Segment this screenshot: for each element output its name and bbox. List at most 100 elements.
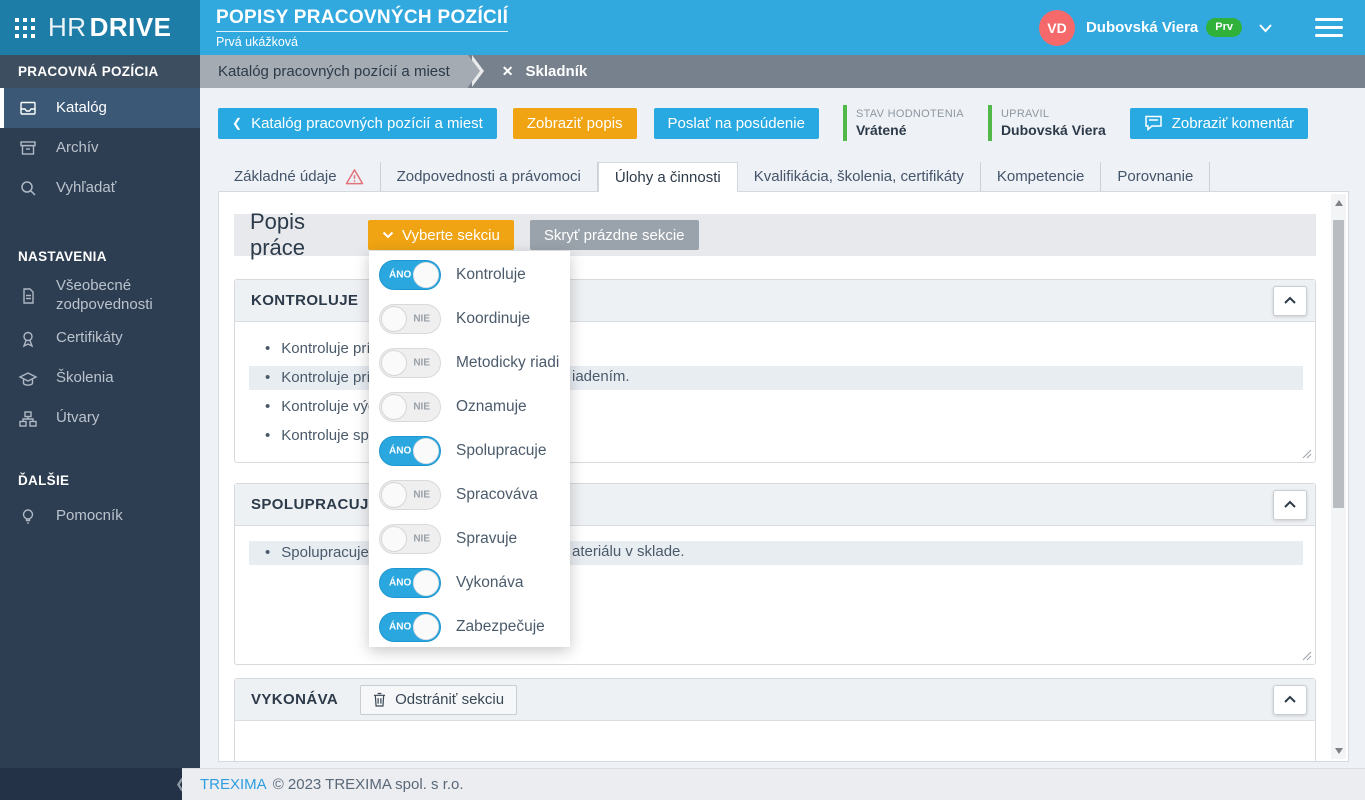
dropdown-item-oznamuje[interactable]: NIE Oznamuje <box>369 385 570 429</box>
sidebar-collapse-button[interactable]: ❮ <box>0 768 200 800</box>
sidebar-item-utvary[interactable]: Útvary <box>0 399 200 439</box>
collapse-section-button[interactable] <box>1273 489 1307 520</box>
section-vykonava: VYKONÁVA Odstrániť sekciu <box>234 678 1316 761</box>
app-logo: HR DRIVE <box>0 0 200 55</box>
dropdown-item-metodicky-riadi[interactable]: NIE Metodicky riadi <box>369 341 570 385</box>
sidebar-item-katalog[interactable]: Katalóg <box>0 88 200 128</box>
tab-label: Porovnanie <box>1117 168 1194 185</box>
tab-skladnik[interactable]: Skladník <box>526 55 588 88</box>
toggle-switch[interactable]: ÁNO <box>379 260 441 290</box>
dropdown-item-koordinuje[interactable]: NIE Koordinuje <box>369 297 570 341</box>
tab-ulohy-a-cinnosti[interactable]: Úlohy a činnosti <box>597 162 738 192</box>
tab-zakladne-udaje[interactable]: Základné údaje <box>218 162 381 191</box>
grid-dots-icon[interactable] <box>14 17 36 39</box>
resize-grip[interactable] <box>1302 449 1312 459</box>
close-icon[interactable]: ✕ <box>502 55 514 88</box>
tab-zodpovednosti[interactable]: Zodpovednosti a právomoci <box>381 162 598 191</box>
dropdown-item-spracovava[interactable]: NIE Spracováva <box>369 473 570 517</box>
trash-icon <box>373 692 386 707</box>
copyright-text: © 2023 TREXIMA spol. s r.o. <box>272 776 464 793</box>
sidebar-item-pomocnik[interactable]: Pomocník <box>0 497 200 537</box>
back-to-catalog-button[interactable]: ❮ Katalóg pracovných pozícií a miest <box>218 107 497 139</box>
toggle-switch[interactable]: NIE <box>379 392 441 422</box>
sidebar-item-certifikaty[interactable]: Certifikáty <box>0 319 200 359</box>
tab-label: Kompetencie <box>996 168 1085 185</box>
dropdown-item-label: Spravuje <box>456 530 518 547</box>
tab-porovnanie[interactable]: Porovnanie <box>1101 162 1211 191</box>
tab-label: Úlohy a činnosti <box>614 169 721 186</box>
page-title[interactable]: POPISY PRACOVNÝCH POZÍCIÍ <box>216 7 509 32</box>
sidebar-item-label: Vyhľadať <box>56 178 117 196</box>
dropdown-item-label: Vykonáva <box>456 574 524 591</box>
scroll-down-arrow[interactable] <box>1331 742 1346 759</box>
toggle-switch[interactable]: ÁNO <box>379 612 441 642</box>
tab-kvalifikacia[interactable]: Kvalifikácia, školenia, certifikáty <box>738 162 981 191</box>
dropdown-item-spolupracuje[interactable]: ÁNO Spolupracuje <box>369 429 570 473</box>
show-comment-button[interactable]: Zobraziť komentár <box>1129 107 1309 139</box>
lightbulb-icon <box>18 507 38 527</box>
chevron-down-icon[interactable] <box>1258 23 1273 33</box>
tab-kompetencie[interactable]: Kompetencie <box>981 162 1102 191</box>
toggle-switch[interactable]: NIE <box>379 524 441 554</box>
dropdown-item-zabezpecuje[interactable]: ÁNO Zabezpečuje <box>369 605 570 649</box>
footer: TREXIMA © 2023 TREXIMA spol. s r.o. <box>182 768 1365 800</box>
dropdown-item-kontroluje[interactable]: ÁNO Kontroluje <box>369 253 570 297</box>
section-body[interactable] <box>235 721 1315 761</box>
avatar[interactable]: VD <box>1038 9 1075 46</box>
sidebar-section-nastavenia: NASTAVENIA <box>18 249 107 264</box>
sidebar-item-archiv[interactable]: Archív <box>0 128 200 168</box>
sidebar-item-vseobecne-zodpovednosti[interactable]: Všeobecné zodpovednosti <box>0 273 200 319</box>
toggle-switch[interactable]: NIE <box>379 348 441 378</box>
select-section-button[interactable]: Vyberte sekciu <box>368 220 514 250</box>
send-for-review-button[interactable]: Poslať na posúdenie <box>653 107 819 139</box>
dropdown-item-label: Spracováva <box>456 486 538 503</box>
dropdown-item-label: Kontroluje <box>456 266 526 283</box>
detail-tabs: Základné údaje Zodpovednosti a právomoci… <box>218 162 1365 192</box>
status-accent-bar <box>987 105 992 141</box>
toggle-knob <box>413 262 439 288</box>
toggle-knob <box>413 438 439 464</box>
dropdown-item-vykonava[interactable]: ÁNO Vykonáva <box>369 561 570 605</box>
hamburger-menu-icon[interactable] <box>1315 18 1343 37</box>
section-title: SPOLUPRACUJE <box>251 496 380 513</box>
toggle-switch[interactable]: NIE <box>379 304 441 334</box>
tab-katalog-pracovnych-pozicii[interactable]: Katalóg pracovných pozícií a miest <box>200 55 484 88</box>
section-title: VYKONÁVA <box>251 691 339 708</box>
toggle-state-label: ÁNO <box>389 621 412 633</box>
toggle-knob <box>413 570 439 596</box>
sidebar-item-vyhladat[interactable]: Vyhľadať <box>0 168 200 208</box>
trexima-link[interactable]: TREXIMA <box>200 776 267 793</box>
status-label: STAV HODNOTENIA <box>855 108 964 120</box>
section-header: VYKONÁVA Odstrániť sekciu <box>235 679 1315 721</box>
toggle-switch[interactable]: ÁNO <box>379 568 441 598</box>
sidebar: PRACOVNÁ POZÍCIA Katalóg Archív Vyhľadať… <box>0 55 200 768</box>
button-label: Zobraziť komentár <box>1171 114 1295 132</box>
scroll-up-arrow[interactable] <box>1331 194 1346 211</box>
hide-empty-sections-button[interactable]: Skryť prázdne sekcie <box>529 220 699 250</box>
collapse-section-button[interactable] <box>1273 684 1307 715</box>
collapse-section-button[interactable] <box>1273 285 1307 316</box>
chevron-down-icon <box>382 231 394 239</box>
user-name: Dubovská Viera <box>1085 19 1199 36</box>
dropdown-item-label: Oznamuje <box>456 398 527 415</box>
remove-section-button[interactable]: Odstrániť sekciu <box>360 684 518 715</box>
scrollbar-thumb[interactable] <box>1333 220 1344 508</box>
resize-grip[interactable] <box>1302 651 1312 661</box>
section-heading: Popis práce <box>250 209 306 260</box>
vertical-scrollbar[interactable] <box>1331 194 1346 759</box>
certificate-ribbon-icon <box>18 329 38 349</box>
button-label: Odstrániť sekciu <box>395 691 505 708</box>
edited-by-value: Dubovská Viera <box>1000 122 1106 138</box>
sidebar-item-label: Certifikáty <box>56 329 123 347</box>
toggle-switch[interactable]: ÁNO <box>379 436 441 466</box>
app-header: HR DRIVE POPISY PRACOVNÝCH POZÍCIÍ Prvá u… <box>0 0 1365 55</box>
sidebar-item-skolenia[interactable]: Školenia <box>0 359 200 399</box>
window-tabstrip: Katalóg pracovných pozícií a miest ✕ Skl… <box>200 55 1365 88</box>
dropdown-item-spravuje[interactable]: NIE Spravuje <box>369 517 570 561</box>
task-text-tail: iadením. <box>572 368 630 385</box>
show-description-button[interactable]: Zobraziť popis <box>512 107 637 139</box>
user-area: VD Dubovská Viera Prv <box>1038 9 1365 46</box>
edited-by-group: UPRAVIL Dubovská Viera <box>987 105 1106 141</box>
toggle-switch[interactable]: NIE <box>379 480 441 510</box>
dropdown-item-label: Spolupracuje <box>456 442 547 459</box>
